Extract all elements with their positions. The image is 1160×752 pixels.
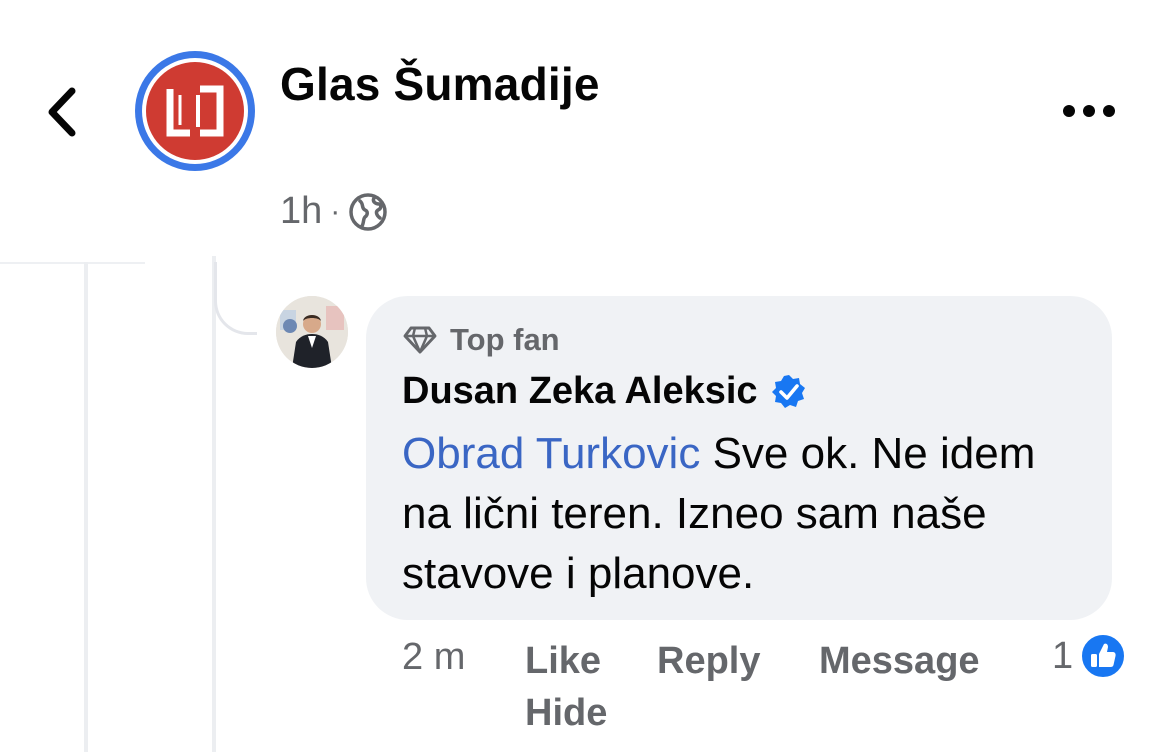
commenter-avatar[interactable] [276,296,348,368]
divider [0,262,145,264]
comment-time[interactable]: 2 m [402,636,465,679]
comment-text: Obrad Turkovic Sve ok. Ne idem na lični … [402,424,1092,604]
globe-icon [349,192,388,231]
chevron-left-icon [48,87,76,137]
more-options-button[interactable] [1058,96,1120,126]
profile-photo [276,296,348,368]
thread-connector [214,262,257,335]
author-name[interactable]: Dusan Zeka Aleksic [402,370,758,413]
comment-author[interactable]: Dusan Zeka Aleksic [402,370,808,413]
like-count[interactable]: 1 [1052,632,1127,680]
top-fan-badge: Top fan [402,322,560,358]
mention-link[interactable]: Obrad Turkovic [402,429,700,478]
more-dots-icon [1063,105,1115,117]
like-count-value: 1 [1052,634,1074,677]
verified-badge-icon [771,374,805,408]
page-avatar[interactable] [135,51,255,171]
thread-line [84,262,88,752]
badge-label: Top fan [450,322,560,357]
thumbs-up-icon [1080,633,1127,679]
hide-button[interactable]: Hide [525,692,607,735]
back-button[interactable] [38,82,86,142]
post-timestamp[interactable]: 1h [280,190,322,233]
reply-button[interactable]: Reply [657,640,760,683]
post-comment-view: Glas Šumadije 1h · Top fan Dusan Zeka Al… [0,0,1160,752]
page-logo-icon [166,85,224,137]
message-button[interactable]: Message [819,640,980,683]
thread-line [212,256,216,752]
post-meta: 1h · [280,190,388,233]
like-button[interactable]: Like [525,640,601,683]
diamond-icon [403,326,437,354]
page-title[interactable]: Glas Šumadije [280,57,600,111]
meta-separator: · [330,194,341,228]
